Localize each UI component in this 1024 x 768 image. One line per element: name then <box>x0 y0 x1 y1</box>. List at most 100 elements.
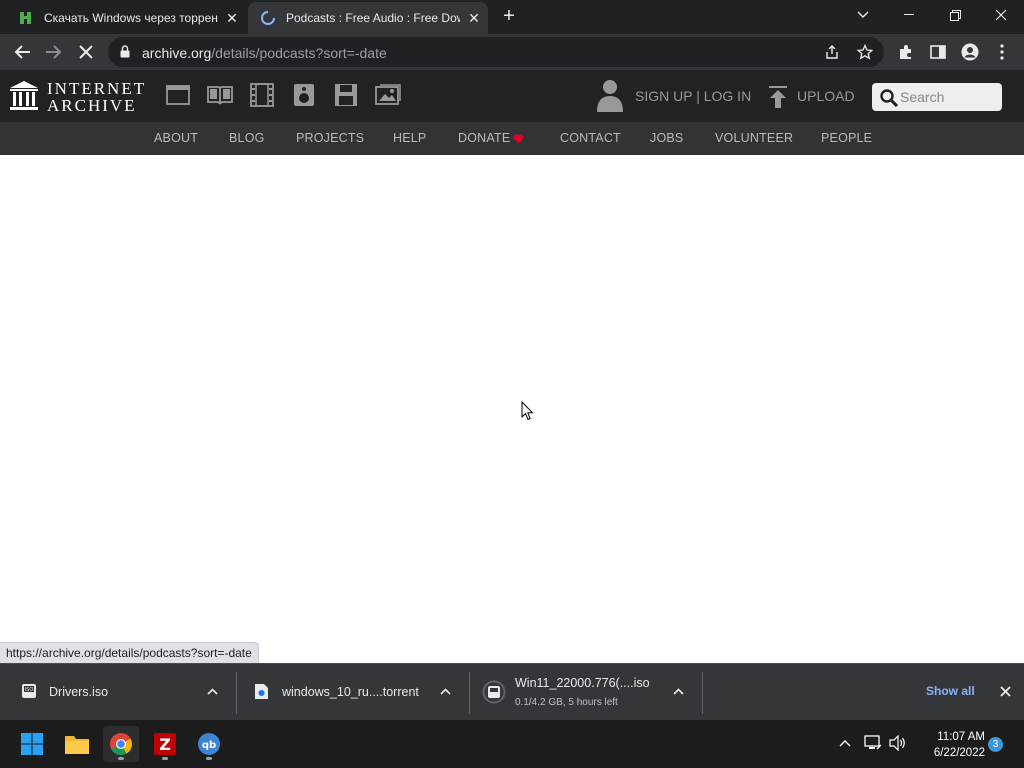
clock-date: 6/22/2022 <box>933 747 985 759</box>
heart-icon <box>513 134 524 144</box>
iso-file-icon: ISO <box>22 684 36 698</box>
tab-podcasts[interactable]: Podcasts : Free Audio : Free Download ✕ <box>248 2 488 34</box>
ia-logo[interactable]: INTERNET ARCHIVE <box>10 79 145 115</box>
svg-text:ISO: ISO <box>25 687 34 693</box>
images-icon[interactable] <box>375 84 401 106</box>
nav-jobs[interactable]: JOBS <box>650 131 683 145</box>
bookmark-star-icon[interactable] <box>857 44 873 60</box>
download-progress-ring-icon <box>482 680 506 704</box>
side-panel-button[interactable] <box>926 40 950 64</box>
search-icon <box>880 89 898 107</box>
back-button[interactable] <box>10 40 34 64</box>
restore-icon <box>949 9 961 21</box>
taskbar-filezilla[interactable]: Z <box>147 726 183 762</box>
loading-spinner-icon <box>261 11 275 25</box>
close-icon[interactable] <box>1000 686 1011 697</box>
running-indicator <box>118 757 124 760</box>
chevron-up-icon[interactable] <box>673 688 684 695</box>
svg-text:qb: qb <box>202 740 216 751</box>
tab-close-icon[interactable]: ✕ <box>224 10 240 26</box>
running-indicator <box>162 757 168 760</box>
ia-search-box[interactable]: Search <box>872 83 1002 111</box>
puzzle-icon <box>900 45 911 59</box>
stop-icon <box>79 45 93 59</box>
nav-projects[interactable]: PROJECTS <box>296 131 364 145</box>
mouse-cursor-icon <box>521 401 534 421</box>
chevron-up-icon[interactable] <box>440 688 451 695</box>
upload-icon <box>769 86 787 108</box>
download-filename: windows_10_ru....torrent <box>282 685 419 699</box>
nav-donate[interactable]: DONATE <box>458 131 510 145</box>
nav-help[interactable]: HELP <box>393 131 426 145</box>
close-window-button[interactable] <box>978 0 1024 30</box>
page-content-area <box>0 155 1024 663</box>
web-icon[interactable] <box>166 84 190 106</box>
minimize-button[interactable] <box>886 0 932 30</box>
chevron-down-icon <box>857 11 869 18</box>
torrent-site-icon <box>20 12 31 24</box>
tab-title: Скачать Windows через торрент <box>44 11 218 25</box>
nav-volunteer[interactable]: VOLUNTEER <box>715 131 793 145</box>
taskbar-file-explorer[interactable] <box>59 726 95 762</box>
nav-blog[interactable]: BLOG <box>229 131 265 145</box>
tab-torrent-site[interactable]: Скачать Windows через торрент ✕ <box>0 2 246 34</box>
nav-contact[interactable]: CONTACT <box>560 131 621 145</box>
download-filename: Drivers.iso <box>49 685 109 699</box>
nav-about[interactable]: ABOUT <box>154 131 198 145</box>
browser-toolbar: archive.org/details/podcasts?sort=-date <box>0 34 1024 70</box>
restore-button[interactable] <box>932 0 978 30</box>
download-separator <box>702 672 703 714</box>
start-button[interactable] <box>14 726 50 762</box>
url-path: /details/podcasts?sort=-date <box>211 45 387 61</box>
tab-search-button[interactable] <box>840 0 886 30</box>
url-host: archive.org <box>142 45 212 61</box>
profile-icon <box>961 43 979 61</box>
show-all-downloads-button[interactable]: Show all <box>926 684 975 698</box>
clock[interactable]: 11:07 AM 6/22/2022 <box>915 729 985 761</box>
stop-loading-button[interactable] <box>74 40 98 64</box>
lock-icon <box>120 45 130 58</box>
archive-building-icon <box>10 81 38 110</box>
taskbar-qbittorrent[interactable]: qb <box>191 726 227 762</box>
url-text: archive.org/details/podcasts?sort=-date <box>142 45 387 61</box>
download-item-drivers[interactable]: ISO Drivers.iso <box>0 664 236 720</box>
download-item-windows10-torrent[interactable]: windows_10_ru....torrent <box>237 664 469 720</box>
ia-top-bar: INTERNET ARCHIVE SIGN UP | LOG IN UPLOAD… <box>0 70 1024 122</box>
forward-arrow-icon <box>46 45 62 59</box>
link-status-bubble: https://archive.org/details/podcasts?sor… <box>0 642 259 663</box>
tab-strip: Скачать Windows через торрент ✕ Podcasts… <box>0 0 1024 34</box>
search-placeholder: Search <box>900 89 945 105</box>
download-filename: Win11_22000.776(....iso <box>515 676 650 690</box>
volume-icon[interactable] <box>889 735 907 751</box>
side-panel-icon <box>930 45 946 59</box>
tray-overflow-chevron-icon[interactable] <box>839 739 851 747</box>
software-icon[interactable] <box>334 83 358 107</box>
running-indicator <box>206 757 212 760</box>
close-icon <box>995 9 1007 21</box>
new-tab-button[interactable]: + <box>498 6 520 28</box>
download-item-win11-iso[interactable]: Win11_22000.776(....iso 0.1/4.2 GB, 5 ho… <box>470 664 702 720</box>
svg-text:Z: Z <box>159 735 171 754</box>
chevron-up-icon[interactable] <box>207 688 218 695</box>
forward-button[interactable] <box>42 40 66 64</box>
video-icon[interactable] <box>250 83 274 107</box>
tab-close-icon[interactable]: ✕ <box>466 10 482 26</box>
download-progress-text: 0.1/4.2 GB, 5 hours left <box>515 697 618 708</box>
user-icon <box>597 80 623 112</box>
notification-badge[interactable]: 3 <box>988 737 1003 752</box>
signup-login-text: SIGN UP | LOG IN <box>635 88 752 104</box>
taskbar-chrome[interactable] <box>103 726 139 762</box>
minimize-icon <box>904 14 914 15</box>
tab-title: Podcasts : Free Audio : Free Download <box>286 11 460 25</box>
ia-nav-bar: ABOUT BLOG PROJECTS HELP DONATE CONTACT … <box>0 122 1024 155</box>
share-icon[interactable] <box>824 44 840 60</box>
chrome-menu-button[interactable] <box>990 40 1014 64</box>
texts-icon[interactable] <box>207 85 233 105</box>
profile-button[interactable] <box>958 40 982 64</box>
nav-people[interactable]: PEOPLE <box>821 131 872 145</box>
extensions-button[interactable] <box>894 40 918 64</box>
network-icon[interactable] <box>864 735 882 751</box>
torrent-file-icon <box>255 684 268 699</box>
audio-icon[interactable] <box>293 83 315 107</box>
address-bar[interactable]: archive.org/details/podcasts?sort=-date <box>108 37 884 67</box>
